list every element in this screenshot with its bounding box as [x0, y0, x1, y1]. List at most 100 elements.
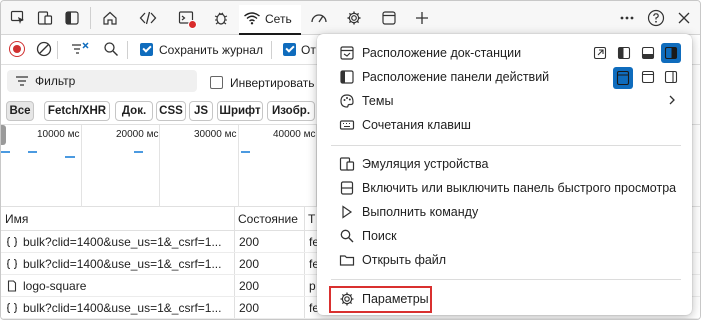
- timeline-tick: 30000 мс: [194, 129, 237, 140]
- settings-gear-icon[interactable]: [343, 7, 365, 29]
- timeline-gridline: [81, 125, 82, 207]
- filter-placeholder: Фильтр: [35, 74, 76, 88]
- chip-css[interactable]: CSS: [156, 101, 186, 121]
- application-icon[interactable]: [378, 7, 400, 29]
- chip-fetch-xhr[interactable]: Fetch/XHR: [44, 101, 110, 121]
- undock-button[interactable]: [590, 43, 610, 63]
- request-name: bulk?clid=1400&use_us=1&_csrf=1...: [23, 235, 222, 249]
- tab-network-label: Сеть: [265, 12, 292, 26]
- device-emulation-icon: [339, 156, 355, 172]
- timeline-gridline: [238, 125, 239, 207]
- menu-item-run-command[interactable]: Выполнить команду: [317, 200, 692, 224]
- menu-item-search[interactable]: Поиск: [317, 224, 692, 248]
- customize-menu: Расположение док-станции Расположение па…: [317, 34, 692, 315]
- menu-item-label: Расположение док-станции: [362, 46, 522, 60]
- undock-icon: [593, 46, 607, 60]
- dock-bottom-button[interactable]: [638, 43, 658, 63]
- timeline-tick: 40000 мс: [273, 129, 316, 140]
- dock-right-button[interactable]: [661, 43, 681, 63]
- activity-bar-icon: [339, 69, 355, 85]
- fetch-icon: [6, 258, 18, 270]
- chip-js[interactable]: JS: [189, 101, 213, 121]
- request-status: 200: [239, 257, 260, 271]
- timeline-request-bar: [1, 151, 10, 153]
- welcome-icon[interactable]: [99, 7, 121, 29]
- sources-bug-icon[interactable]: [210, 7, 232, 29]
- menu-item-label: Поиск: [362, 229, 397, 243]
- activity-bar-right-icon: [664, 70, 678, 84]
- menu-item-label: Темы: [362, 94, 394, 108]
- activity-bar-top-button[interactable]: [638, 67, 658, 87]
- timeline-gridline: [159, 125, 160, 207]
- dock-bottom-icon: [641, 46, 655, 60]
- invert-checkbox[interactable]: [210, 76, 223, 89]
- device-emulation-icon[interactable]: [34, 7, 56, 29]
- menu-item-activity-bar-location: Расположение панели действий: [317, 65, 692, 89]
- menu-item-label: Выполнить команду: [362, 205, 479, 219]
- devtools-window: Сеть Сохранить журнал От Фильтр Инвертир…: [0, 0, 701, 320]
- themes-icon: [339, 93, 355, 109]
- menu-divider: [331, 279, 681, 280]
- menu-item-themes[interactable]: Темы: [317, 89, 692, 113]
- request-name: logo-square: [23, 279, 87, 293]
- keyboard-icon: [339, 117, 355, 133]
- menu-item-shortcuts[interactable]: Сочетания клавиш: [317, 113, 692, 137]
- tab-network[interactable]: Сеть: [239, 5, 301, 35]
- preserve-log-checkbox[interactable]: [140, 43, 153, 56]
- add-tab-icon[interactable]: [411, 7, 433, 29]
- chip-all[interactable]: Все: [6, 101, 34, 121]
- filter-input[interactable]: Фильтр: [7, 70, 197, 92]
- menu-item-label: Включить или выключить панель быстрого п…: [362, 181, 677, 195]
- folder-icon: [339, 252, 355, 268]
- toolbar-divider: [57, 41, 58, 59]
- request-status: 200: [239, 301, 260, 315]
- activity-bar-left-icon: [616, 70, 630, 86]
- chip-font[interactable]: Шрифт: [217, 101, 263, 121]
- timeline-request-bar: [28, 151, 37, 153]
- toolbar-divider: [271, 41, 272, 59]
- search-icon[interactable]: [103, 41, 119, 60]
- timeline-request-bar: [134, 151, 143, 153]
- record-button[interactable]: [9, 41, 25, 57]
- toolbar-divider: [127, 41, 128, 59]
- inspect-icon[interactable]: [7, 7, 29, 29]
- chevron-right-icon: [667, 94, 677, 109]
- timeline-request-bar: [241, 151, 250, 153]
- console-icon[interactable]: [175, 7, 197, 29]
- sidebar-toggle-icon[interactable]: [61, 7, 83, 29]
- timeline-scroll-handle[interactable]: [1, 125, 6, 145]
- menu-item-open-file[interactable]: Открыть файл: [317, 248, 692, 272]
- preserve-log-label: Сохранить журнал: [159, 43, 263, 57]
- fetch-icon: [6, 236, 18, 248]
- activity-bar-top-icon: [641, 70, 655, 84]
- elements-icon[interactable]: [137, 7, 159, 29]
- chip-doc[interactable]: Док.: [115, 101, 153, 121]
- invert-label: Инвертировать: [230, 76, 315, 90]
- menu-item-dock-location: Расположение док-станции: [317, 41, 692, 65]
- activity-bar-right-button[interactable]: [661, 67, 681, 87]
- timeline-tick: 10000 мс: [37, 129, 80, 140]
- quick-view-icon: [339, 180, 355, 196]
- more-icon[interactable]: [616, 7, 638, 29]
- request-name: bulk?clid=1400&use_us=1&_csrf=1...: [23, 257, 222, 271]
- filter-clear-icon[interactable]: [71, 41, 91, 60]
- menu-item-device-emulation[interactable]: Эмуляция устройства: [317, 152, 692, 176]
- column-header-status[interactable]: Состояние: [234, 207, 304, 231]
- disable-cache-checkbox[interactable]: [283, 43, 296, 56]
- clear-icon[interactable]: [36, 41, 52, 60]
- column-header-name[interactable]: Имя: [1, 207, 234, 231]
- activity-bar-left-button[interactable]: [613, 67, 633, 89]
- request-status: 200: [239, 235, 260, 249]
- chip-img[interactable]: Изобр.: [267, 101, 315, 121]
- timeline-tick: 20000 мс: [116, 129, 159, 140]
- menu-item-quick-view[interactable]: Включить или выключить панель быстрого п…: [317, 176, 692, 200]
- settings-highlight-frame: [329, 286, 432, 313]
- performance-icon[interactable]: [308, 7, 330, 29]
- dock-left-button[interactable]: [614, 43, 634, 63]
- menu-item-label: Сочетания клавиш: [362, 118, 471, 132]
- help-icon[interactable]: [645, 7, 667, 29]
- close-icon[interactable]: [673, 7, 695, 29]
- run-command-icon: [339, 204, 355, 220]
- dock-left-icon: [617, 46, 631, 60]
- timeline-request-bar: [65, 156, 75, 158]
